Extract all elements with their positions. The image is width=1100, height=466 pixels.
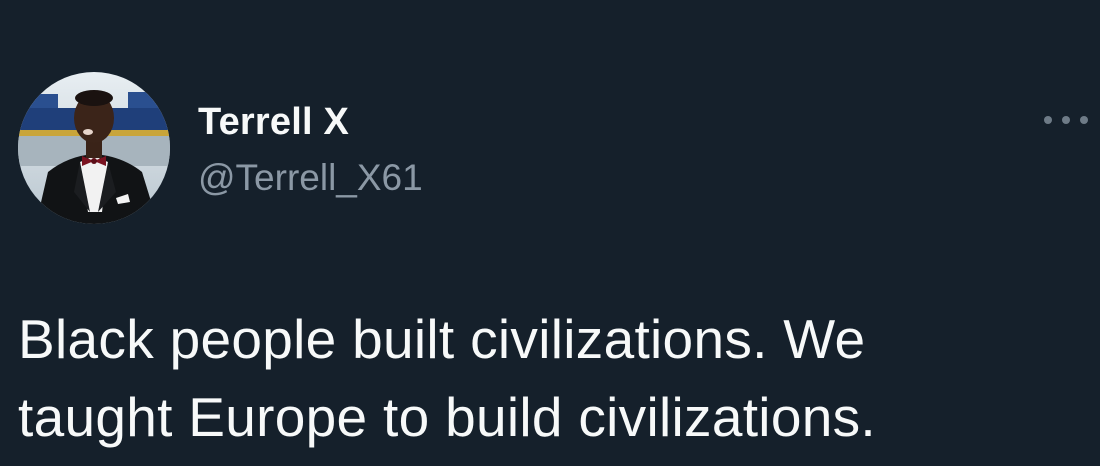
tweet-text: Black people built civilizations. We tau…	[18, 300, 1078, 456]
author-block: Terrell X @Terrell_X61	[198, 100, 423, 200]
author-display-name[interactable]: Terrell X	[198, 100, 423, 144]
tweet-text-line: taught Europe to build civilizations.	[18, 386, 876, 448]
tweet-text-line: Black people built civilizations. We	[18, 308, 866, 370]
dot-icon	[1044, 116, 1052, 124]
more-options-icon[interactable]	[1044, 108, 1088, 132]
dot-icon	[1080, 116, 1088, 124]
avatar-photo-icon	[18, 72, 170, 224]
tweet-card: Terrell X @Terrell_X61 Black people buil…	[0, 0, 1100, 466]
author-handle[interactable]: @Terrell_X61	[198, 156, 423, 200]
dot-icon	[1062, 116, 1070, 124]
avatar[interactable]	[18, 72, 170, 224]
